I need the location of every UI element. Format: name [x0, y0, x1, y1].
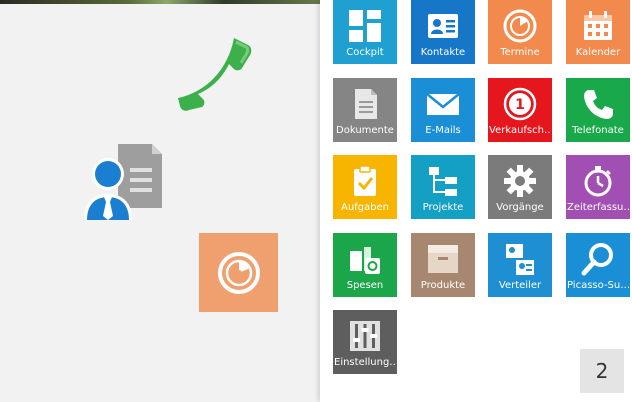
app-tile[interactable]: E-Mails: [411, 78, 475, 142]
app-tile[interactable]: Kontakte: [411, 0, 475, 64]
app-tile[interactable]: Cockpit: [333, 0, 397, 64]
sales-chance-icon: 1: [502, 86, 538, 122]
contact-document-icon: [84, 144, 162, 220]
phone-handset-icon: [178, 38, 252, 111]
appointment-dial-icon: [217, 251, 260, 294]
search-icon: [580, 241, 616, 277]
dashboard-icon: [347, 8, 383, 44]
app-tile[interactable]: Einstellung…: [333, 310, 397, 374]
app-tile-label: E-Mails: [425, 125, 461, 136]
app-tile-label: Kontakte: [420, 47, 466, 58]
app-tile[interactable]: Aufgaben: [333, 155, 397, 219]
app-tile-label: Kalender: [575, 47, 621, 58]
app-tile[interactable]: Kalender: [566, 0, 630, 64]
app-tile[interactable]: Produkte: [411, 233, 475, 297]
app-tile-label: Aufgaben: [340, 202, 389, 213]
app-tile-label: Verteiler: [498, 280, 542, 291]
app-tile-label: Dokumente: [336, 125, 394, 136]
app-tile[interactable]: Verteiler: [488, 233, 552, 297]
envelope-icon: [425, 86, 461, 122]
app-tile[interactable]: Spesen: [333, 233, 397, 297]
app-tile-label: Telefonate: [572, 125, 624, 136]
app-tile-label: Cockpit: [346, 47, 384, 58]
app-tile-label: Einstellung…: [334, 357, 396, 368]
phone-icon: [580, 86, 616, 122]
task-clipboard-icon: [347, 163, 383, 199]
expenses-icon: [347, 241, 383, 277]
app-tile[interactable]: Projekte: [411, 155, 475, 219]
app-tile-label: Spesen: [346, 280, 384, 291]
box-icon: [425, 241, 461, 277]
app-tile[interactable]: 1 Verkaufsch…: [488, 78, 552, 142]
app-tile-label: Projekte: [422, 202, 464, 213]
svg-text:1: 1: [515, 97, 525, 113]
gear-icon: [502, 163, 538, 199]
app-tile-label: Picasso-Su…: [567, 280, 629, 291]
app-tile[interactable]: Vorgänge: [488, 155, 552, 219]
app-tile[interactable]: Picasso-Su…: [566, 233, 630, 297]
appointments-shortcut-tile[interactable]: [199, 233, 278, 312]
settings-sliders-icon: [347, 318, 383, 354]
document-icon: [347, 86, 383, 122]
page-indicator[interactable]: 2: [580, 349, 624, 393]
app-tile-label: Zeiterfassu…: [567, 202, 629, 213]
app-tile[interactable]: Termine: [488, 0, 552, 64]
appointment-dial-icon: [502, 8, 538, 44]
app-tile[interactable]: Telefonate: [566, 78, 630, 142]
app-tile[interactable]: Zeiterfassu…: [566, 155, 630, 219]
app-tile-label: Produkte: [420, 280, 466, 291]
stopwatch-icon: [580, 163, 616, 199]
app-tile[interactable]: Dokumente: [333, 78, 397, 142]
home-background: [0, 0, 320, 402]
calendar-icon: [580, 8, 616, 44]
app-tile-label: Termine: [500, 47, 540, 58]
project-tree-icon: [425, 163, 461, 199]
contact-card-icon: [425, 8, 461, 44]
distribution-list-icon: [502, 241, 538, 277]
app-tile-label: Vorgänge: [496, 202, 544, 213]
app-tile-label: Verkaufsch…: [489, 125, 551, 136]
